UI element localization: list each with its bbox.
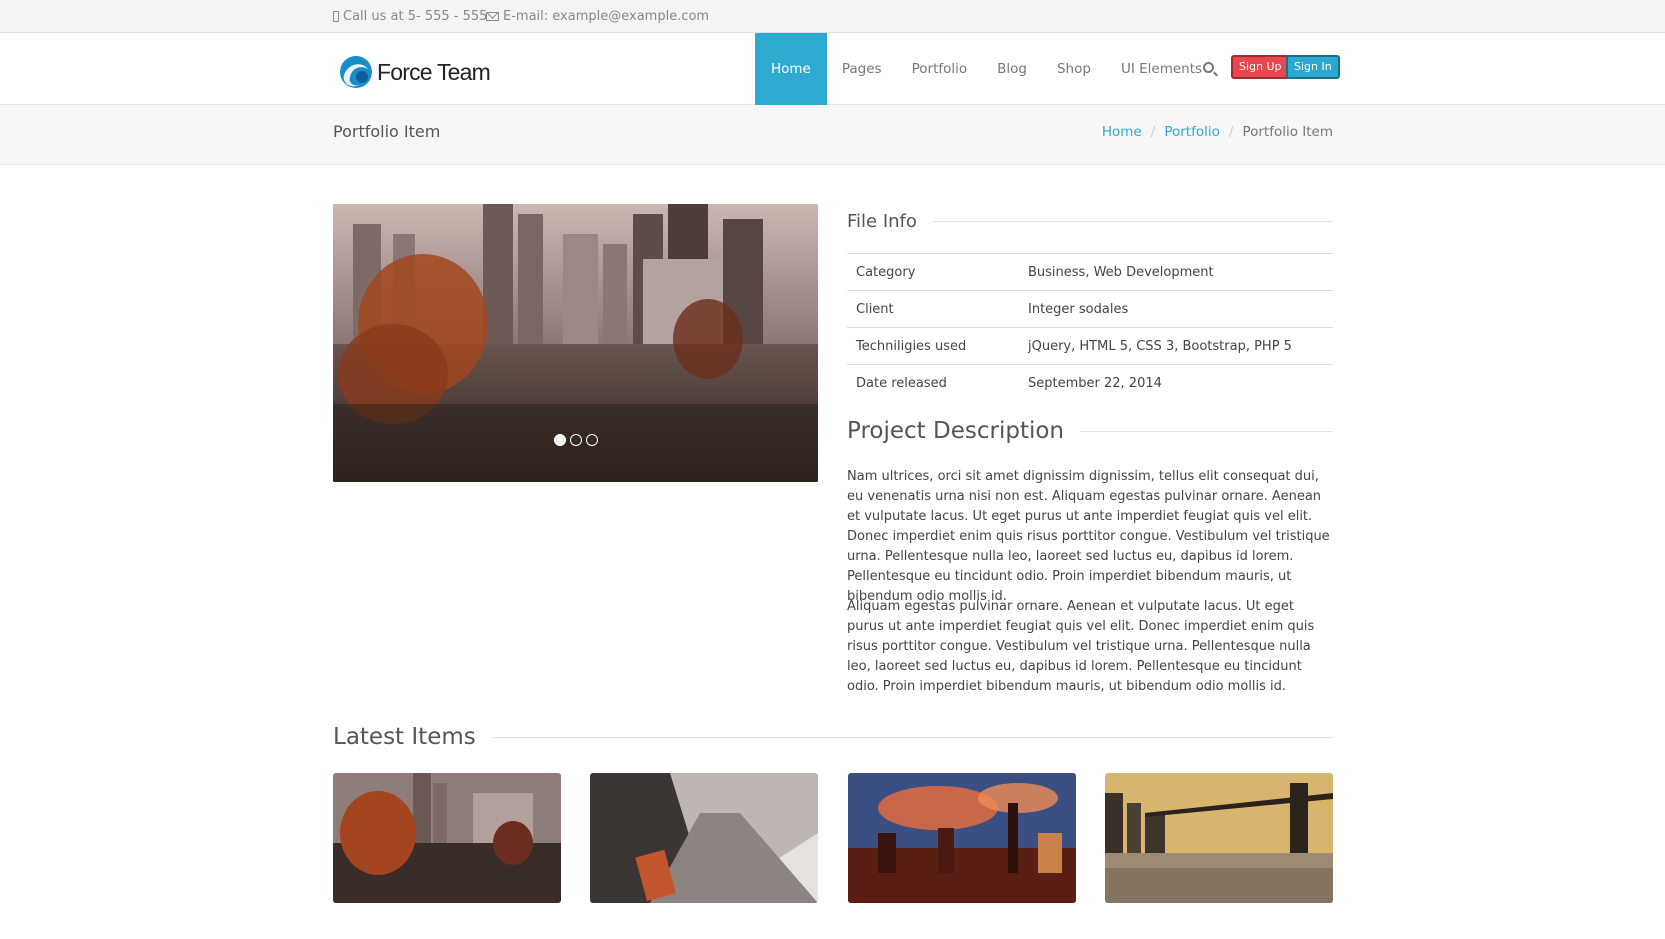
latest-item-thumbnail[interactable]: [1105, 773, 1333, 903]
portfolio-image-slider[interactable]: [333, 204, 818, 482]
email-text[interactable]: E-mail: example@example.com: [503, 9, 709, 24]
table-row: Date released September 22, 2014: [847, 364, 1333, 402]
info-value: Integer sodales: [1019, 290, 1333, 328]
nav-shop[interactable]: Shop: [1042, 33, 1106, 105]
table-row: Techniligies used jQuery, HTML 5, CSS 3,…: [847, 327, 1333, 365]
sign-up-button[interactable]: Sign Up: [1231, 55, 1290, 79]
table-row: Category Business, Web Development: [847, 253, 1333, 291]
slider-dot[interactable]: [554, 434, 566, 446]
top-bar: Call us at 5- 555 - 555 E-mail: example@…: [0, 0, 1665, 33]
breadcrumb-separator: /: [1228, 124, 1234, 140]
email-contact[interactable]: E-mail: example@example.com: [486, 9, 709, 24]
nav-home[interactable]: Home: [755, 33, 827, 105]
info-key: Client: [847, 290, 1019, 328]
latest-item-thumbnail[interactable]: [590, 773, 818, 903]
main-nav: Home Pages Portfolio Blog Shop UI Elemen…: [755, 33, 1217, 105]
slider-dots: [554, 434, 602, 446]
file-info-heading: File Info: [847, 211, 1333, 232]
slider-dot[interactable]: [570, 434, 582, 446]
description-paragraph: Aliquam egestas pulvinar ornare. Aenean …: [847, 599, 1315, 694]
file-info-table: Category Business, Web Development Clien…: [847, 253, 1333, 402]
latest-items-title: Latest Items: [333, 724, 476, 750]
bridge-skyline-image: [1105, 773, 1333, 903]
slider-dot[interactable]: [586, 434, 598, 446]
nav-blog[interactable]: Blog: [982, 33, 1042, 105]
nav-ui-elements[interactable]: UI Elements: [1106, 33, 1217, 105]
info-value: jQuery, HTML 5, CSS 3, Bootstrap, PHP 5: [1019, 327, 1333, 365]
info-key: Techniligies used: [847, 327, 1019, 365]
info-value: Business, Web Development: [1019, 253, 1333, 291]
sign-in-button[interactable]: Sign In: [1286, 55, 1340, 79]
project-description-title: Project Description: [847, 418, 1064, 444]
phone-contact: Call us at 5- 555 - 555: [333, 9, 487, 24]
snowy-sidewalk-image: [590, 773, 818, 903]
nav-portfolio[interactable]: Portfolio: [897, 33, 983, 105]
latest-item-thumbnail[interactable]: [333, 773, 561, 903]
breadcrumb-current: Portfolio Item: [1242, 124, 1333, 140]
heading-divider: [932, 221, 1333, 222]
phone-text: Call us at 5- 555 - 555: [343, 9, 488, 24]
mobile-phone-icon: [333, 11, 339, 22]
main-header: Force Team Home Pages Portfolio Blog Sho…: [0, 33, 1665, 105]
latest-item-thumbnail[interactable]: [848, 773, 1076, 903]
city-sunset-skyline-image: [848, 773, 1076, 903]
page-title-bar: Portfolio Item Home / Portfolio / Portfo…: [0, 105, 1665, 165]
latest-items-heading: Latest Items: [333, 724, 1333, 750]
project-description-heading: Project Description: [847, 418, 1333, 444]
logo-text: Force Team: [377, 58, 491, 85]
breadcrumb-home[interactable]: Home: [1102, 124, 1142, 140]
city-park-autumn-image: [333, 773, 561, 903]
heading-divider: [1080, 430, 1333, 432]
envelope-icon: [486, 12, 499, 21]
breadcrumb-portfolio[interactable]: Portfolio: [1164, 124, 1220, 140]
logo[interactable]: Force Team: [338, 55, 491, 89]
info-key: Date released: [847, 364, 1019, 402]
table-row: Client Integer sodales: [847, 290, 1333, 328]
info-value: September 22, 2014: [1019, 364, 1333, 402]
breadcrumb-separator: /: [1150, 124, 1156, 140]
file-info-title: File Info: [847, 211, 917, 232]
page-title: Portfolio Item: [333, 122, 441, 141]
breadcrumb: Home / Portfolio / Portfolio Item: [1102, 124, 1333, 140]
heading-divider: [491, 736, 1333, 738]
nav-pages[interactable]: Pages: [827, 33, 897, 105]
description-paragraph: Nam ultrices, orci sit amet dignissim di…: [847, 469, 1330, 604]
info-key: Category: [847, 253, 1019, 291]
search-icon[interactable]: [1203, 62, 1214, 73]
logo-mark-icon: [340, 56, 372, 88]
